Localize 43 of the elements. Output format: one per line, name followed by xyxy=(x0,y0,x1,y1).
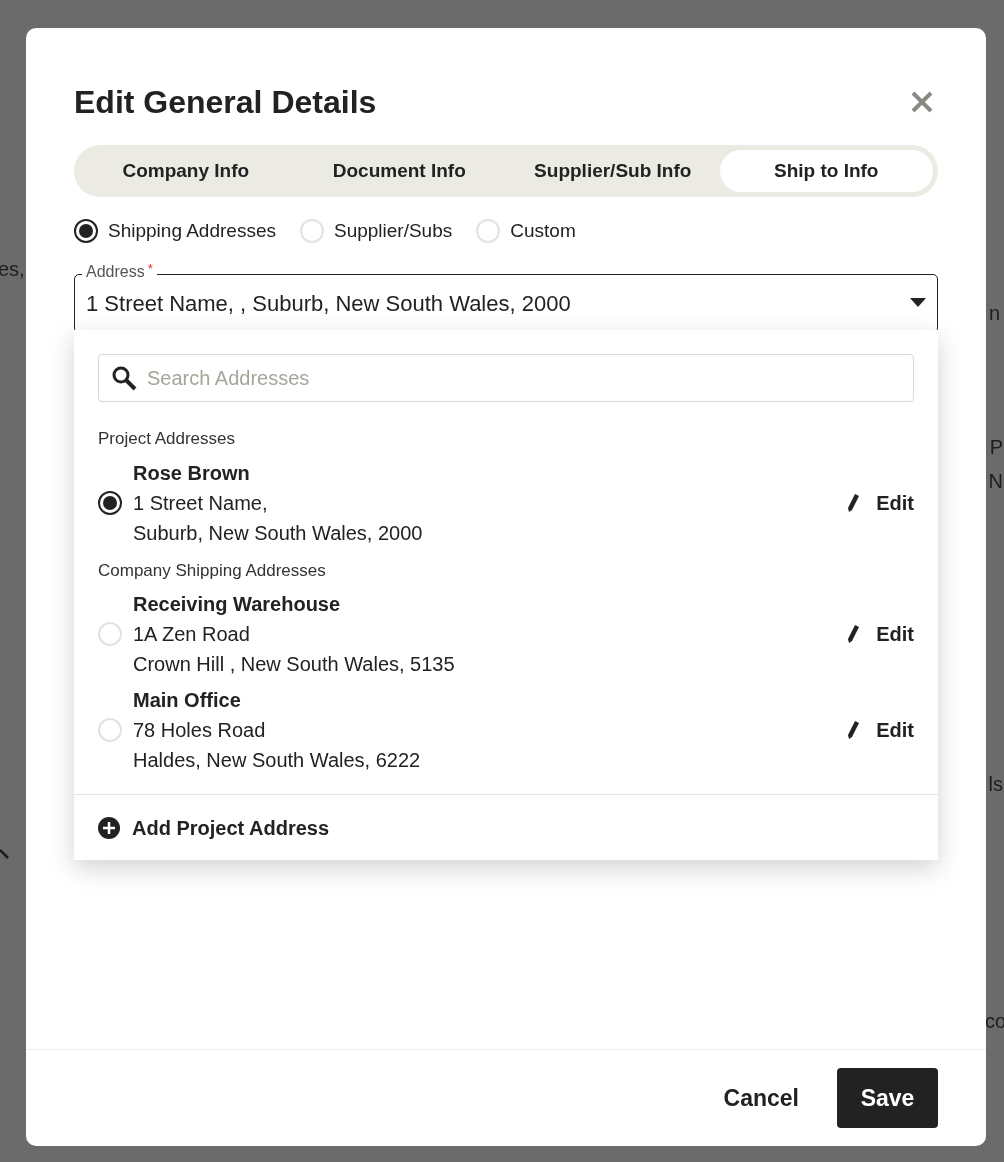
tab[interactable]: Ship to Info xyxy=(719,150,933,192)
address-option[interactable]: Receiving Warehouse 1A Zen Road Crown Hill , New South Wales, 5135 Edit xyxy=(98,589,914,679)
field-value: 1 Street Name, , Suburb, New South Wales, 2000 xyxy=(86,289,571,318)
address-line: Haldes, New South Wales, 6222 xyxy=(133,748,422,773)
radio-label: Shipping Addresses xyxy=(108,219,276,243)
radio-label: Supplier/Subs xyxy=(333,219,453,243)
background-text: N xyxy=(988,469,1003,494)
edit-button[interactable]: Edit xyxy=(846,715,914,745)
group-label: Project Addresses xyxy=(98,428,236,450)
edit-button[interactable]: Edit xyxy=(846,487,914,518)
edit-button[interactable]: Edit xyxy=(846,619,914,649)
background-text: P xyxy=(989,435,1003,460)
caret-icon xyxy=(910,298,926,308)
pencil-icon xyxy=(846,720,861,740)
save-button[interactable]: Save xyxy=(837,1068,938,1128)
tab[interactable]: Supplier/Sub Info xyxy=(506,150,720,192)
pencil-icon xyxy=(846,624,861,644)
tab[interactable]: Document Info xyxy=(292,150,506,192)
pencil-icon xyxy=(846,492,861,513)
search-input[interactable]: Search Addresses xyxy=(147,363,901,393)
address-line: Crown Hill , New South Wales, 5135 xyxy=(133,652,456,677)
cancel-button[interactable]: Cancel xyxy=(709,1068,813,1128)
group-label: Company Shipping Addresses xyxy=(98,559,327,582)
address-option[interactable]: Main Office 78 Holes Road Haldes, New South Wales, 6222 Edit xyxy=(98,685,914,775)
address-line: 1 Street Name, xyxy=(133,490,269,516)
address-name: Receiving Warehouse xyxy=(133,592,342,617)
search-icon xyxy=(111,365,137,391)
address-line: 78 Holes Road xyxy=(133,718,267,743)
address-name: Rose Brown xyxy=(133,460,251,486)
address-line: Suburb, New South Wales, 2000 xyxy=(133,520,424,546)
address-name: Main Office xyxy=(133,688,242,713)
search-field[interactable]: Search Addresses xyxy=(98,354,914,402)
tab[interactable]: Company Info xyxy=(79,150,293,192)
radio-button[interactable] xyxy=(74,219,98,244)
add-address-button[interactable]: Add Project Address xyxy=(98,812,330,843)
address-line: 1A Zen Road xyxy=(133,622,251,647)
address-option[interactable]: Rose Brown 1 Street Name, Suburb, New South Wales, 2000 Edit xyxy=(98,457,914,548)
background-text: ls xyxy=(988,772,1003,797)
radio-label: Custom xyxy=(510,219,576,243)
plus-circle-icon xyxy=(98,816,120,839)
radio-button[interactable] xyxy=(98,490,122,515)
dialog-title: Edit General Details xyxy=(74,83,377,122)
background-text: n xyxy=(988,301,1000,326)
